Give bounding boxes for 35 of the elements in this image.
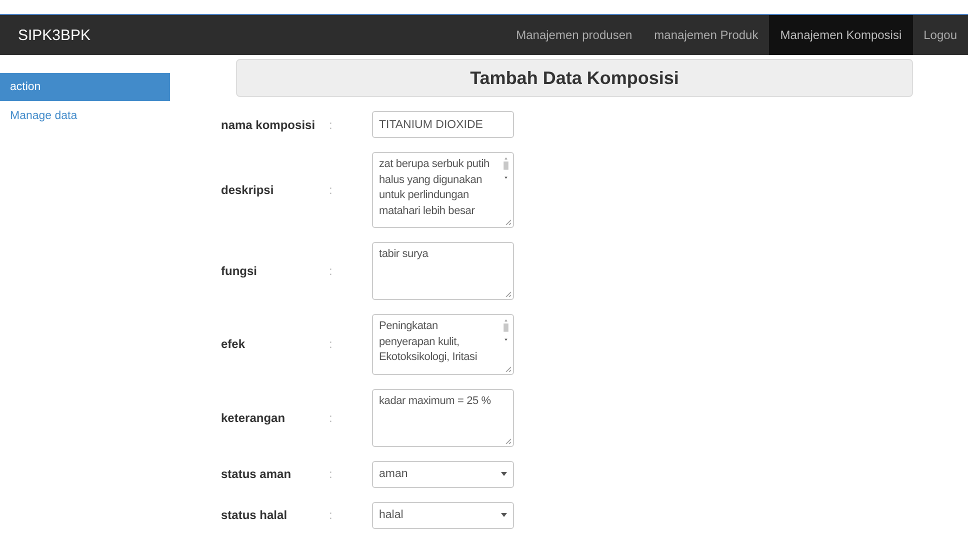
field-label: status aman	[221, 467, 292, 481]
nav-link[interactable]: Manajemen Komposisi	[769, 15, 913, 55]
resize-grip-icon[interactable]	[505, 219, 511, 225]
field-label: keterangan	[221, 410, 286, 424]
colon-separator: :	[329, 508, 334, 522]
field-label: fungsi	[221, 264, 258, 278]
colon-separator: :	[329, 337, 334, 352]
field-label: efek	[221, 337, 246, 352]
colon-separator: :	[329, 183, 334, 197]
textarea-field[interactable]: tabir surya	[372, 242, 514, 300]
colon-separator: :	[329, 264, 334, 278]
text-input-field[interactable]: TITANIUM DIOXIDE	[372, 111, 514, 138]
resize-grip-icon[interactable]	[505, 366, 511, 372]
textarea-field[interactable]: zat berupa serbuk putih halus yang digunakan untuk perlindungan matahari lebih besar	[372, 152, 514, 228]
field-label: deskripsi	[221, 183, 275, 197]
nav-link[interactable]: Logou	[912, 15, 968, 55]
resize-grip-icon[interactable]	[505, 438, 511, 444]
caret-icon	[501, 513, 507, 517]
colon-separator: :	[329, 410, 334, 424]
select-dropdown[interactable]: aman	[372, 460, 514, 488]
nav-link[interactable]: Manajemen produsen	[505, 15, 644, 55]
sidebar-item[interactable]: action	[0, 73, 170, 101]
brand-title[interactable]: SIPK3BPK	[0, 26, 506, 44]
field-label: nama komposisi	[221, 118, 316, 132]
resize-grip-icon[interactable]	[505, 291, 511, 297]
colon-separator: :	[329, 467, 334, 481]
colon-separator: :	[329, 118, 334, 132]
textarea-field[interactable]: kadar maximum = 25 %	[372, 388, 514, 446]
sidebar-item[interactable]: Manage data	[0, 102, 170, 130]
form-title: Tambah Data Komposisi	[236, 59, 913, 97]
field-label: status halal	[221, 508, 288, 522]
select-dropdown[interactable]: halal	[372, 502, 514, 528]
caret-icon	[501, 472, 507, 476]
textarea-field[interactable]: Peningkatan penyerapan kulit, Ekotoksikologi, Iritasi	[372, 314, 514, 374]
nav-link[interactable]: manajemen Produk	[643, 15, 770, 55]
